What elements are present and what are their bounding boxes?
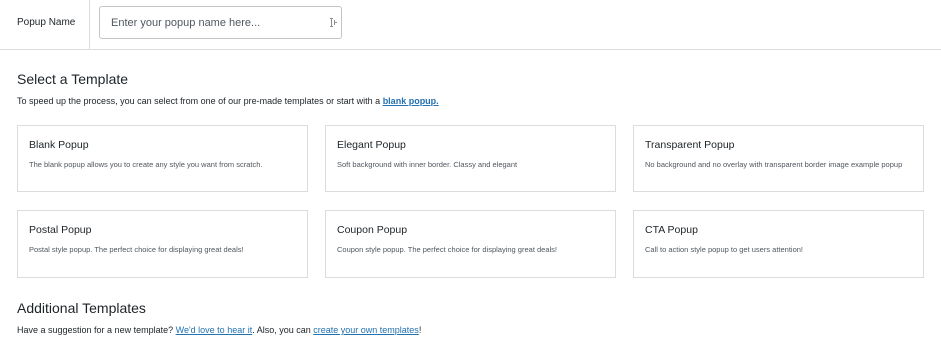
blank-popup-link[interactable]: blank popup. — [383, 96, 439, 106]
text-cursor-icon — [330, 18, 337, 27]
select-template-description: To speed up the process, you can select … — [17, 96, 439, 106]
template-card-postal-popup[interactable]: Postal Popup Postal style popup. The per… — [17, 210, 308, 278]
select-template-desc-text: To speed up the process, you can select … — [17, 96, 383, 106]
additional-templates-description: Have a suggestion for a new template? We… — [17, 325, 421, 335]
additional-text-2: . Also, you can — [252, 325, 314, 335]
template-card-transparent-popup[interactable]: Transparent Popup No background and no o… — [633, 125, 924, 192]
additional-text-3: ! — [418, 325, 422, 335]
template-card-title: Blank Popup — [29, 139, 89, 151]
suggest-template-link[interactable]: We'd love to hear it — [176, 325, 253, 335]
additional-text-1: Have a suggestion for a new template? — [17, 325, 176, 335]
template-card-title: Transparent Popup — [645, 139, 735, 151]
template-card-cta-popup[interactable]: CTA Popup Call to action style popup to … — [633, 210, 924, 278]
popup-name-bar: Popup Name — [0, 0, 941, 50]
popup-name-input-wrapper — [99, 6, 342, 39]
popup-name-divider — [89, 0, 90, 50]
popup-name-label: Popup Name — [17, 17, 76, 28]
template-card-description: Postal style popup. The perfect choice f… — [29, 245, 244, 254]
template-card-title: CTA Popup — [645, 224, 698, 236]
template-card-description: Call to action style popup to get users … — [645, 245, 804, 254]
popup-name-input[interactable] — [100, 7, 325, 38]
template-card-blank-popup[interactable]: Blank Popup The blank popup allows you t… — [17, 125, 308, 192]
template-card-coupon-popup[interactable]: Coupon Popup Coupon style popup. The per… — [325, 210, 616, 278]
template-card-description: Coupon style popup. The perfect choice f… — [337, 245, 557, 254]
template-card-elegant-popup[interactable]: Elegant Popup Soft background with inner… — [325, 125, 616, 192]
template-card-title: Coupon Popup — [337, 224, 408, 236]
template-card-title: Postal Popup — [29, 224, 92, 236]
template-card-description: No background and no overlay with transp… — [645, 160, 903, 169]
create-own-templates-link[interactable]: create your own templates — [313, 325, 419, 335]
select-template-title: Select a Template — [17, 71, 129, 87]
template-card-title: Elegant Popup — [337, 139, 406, 151]
additional-templates-title: Additional Templates — [17, 300, 146, 316]
template-card-description: The blank popup allows you to create any… — [29, 160, 263, 169]
template-card-description: Soft background with inner border. Class… — [337, 160, 518, 169]
